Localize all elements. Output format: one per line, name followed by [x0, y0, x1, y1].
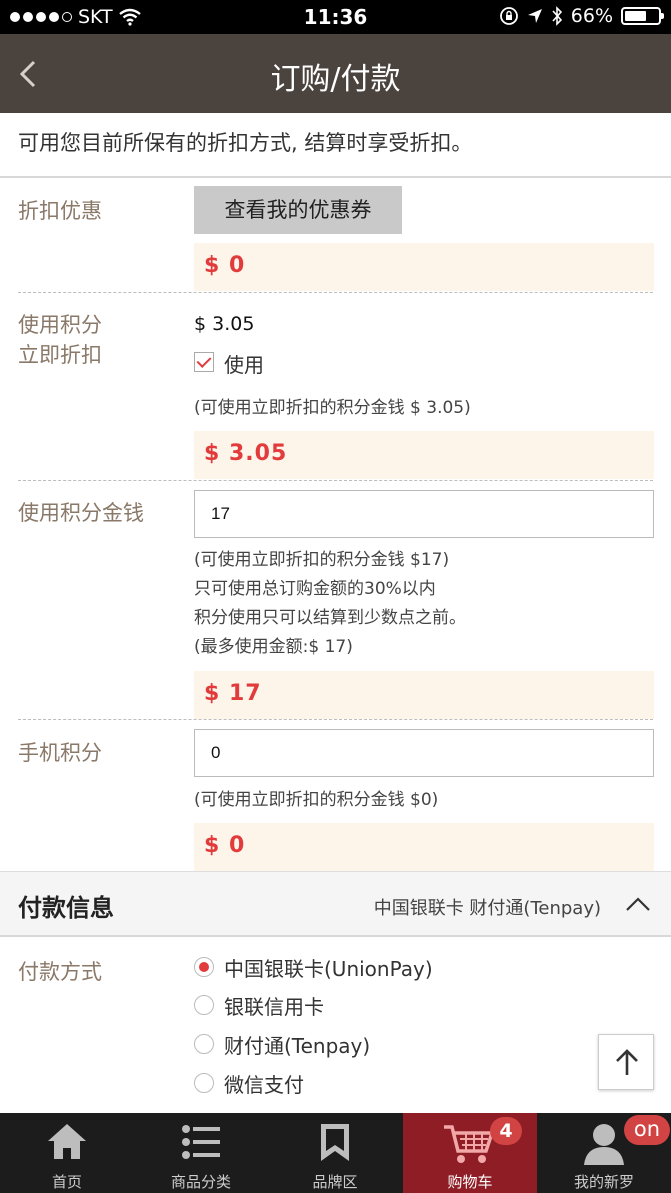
points-money-note-2: 只可使用总订购金额的30%以内	[194, 579, 436, 599]
mobile-points-label: 手机积分	[18, 741, 102, 765]
discount-label: 折扣优惠	[18, 199, 102, 223]
payment-method-label: 付款方式	[18, 960, 102, 984]
radio-unionpay-label[interactable]: 中国银联卡(UnionPay)	[224, 953, 433, 982]
page-title: 订购/付款	[270, 62, 401, 97]
points-instant-label-line2: 立即折扣	[18, 343, 102, 367]
view-coupons-button[interactable]: 查看我的优惠券	[194, 186, 402, 234]
radio-unionpay[interactable]	[194, 957, 214, 977]
points-money-input[interactable]	[194, 490, 654, 538]
points-instant-amount: $ 3.05	[194, 431, 654, 479]
divider	[18, 292, 653, 293]
radio-tenpay[interactable]	[194, 1034, 214, 1054]
payment-info-summary: 中国银联卡 财付通(Tenpay)	[373, 898, 601, 919]
mobile-points-input[interactable]	[194, 729, 654, 777]
divider	[18, 480, 653, 481]
points-instant-label-line1: 使用积分	[18, 313, 102, 337]
bluetooth-icon	[552, 6, 562, 26]
list-icon	[182, 1125, 220, 1159]
arrow-up-icon	[616, 1049, 638, 1075]
cart-count-badge: 4	[490, 1117, 522, 1145]
battery-icon	[621, 7, 664, 25]
home-icon	[48, 1124, 86, 1159]
bottom-tab-bar: 首页 商品分类 品牌区 购物车 我的新罗	[0, 1113, 671, 1193]
points-money-amount: $ 17	[194, 671, 654, 719]
status-bar: SKT 11:36 66%	[0, 0, 671, 34]
radio-unionpay-credit[interactable]	[194, 995, 214, 1015]
tab-my-account-label: 我的新罗	[573, 1173, 634, 1191]
divider	[18, 719, 653, 720]
radio-wechat-pay-label[interactable]: 微信支付	[224, 1069, 304, 1098]
tab-brands[interactable]: 品牌区	[268, 1113, 402, 1193]
mobile-points-amount: $ 0	[194, 823, 654, 871]
account-on-badge: on	[624, 1115, 670, 1145]
radio-wechat-pay[interactable]	[194, 1073, 214, 1093]
payment-info-title: 付款信息	[18, 894, 114, 922]
mobile-points-note: (可使用立即折扣的积分金钱 $0)	[194, 790, 439, 810]
tab-home[interactable]: 首页	[0, 1113, 134, 1193]
tab-categories-label: 商品分类	[170, 1173, 231, 1191]
points-instant-value: $ 3.05	[194, 313, 255, 335]
chevron-up-icon[interactable]	[625, 894, 651, 914]
tab-cart-label: 购物车	[447, 1173, 493, 1191]
radio-unionpay-credit-label[interactable]: 银联信用卡	[224, 991, 324, 1020]
payment-info-header[interactable]: 付款信息 中国银联卡 财付通(Tenpay)	[0, 871, 671, 937]
points-money-note-3: 积分使用只可以结算到少数点之前。	[194, 608, 466, 628]
user-icon	[584, 1124, 624, 1165]
rotation-lock-icon	[499, 7, 518, 25]
radio-tenpay-label[interactable]: 财付通(Tenpay)	[224, 1030, 370, 1059]
discount-amount: $ 0	[194, 243, 654, 291]
points-money-label: 使用积分金钱	[18, 501, 144, 525]
battery-percent: 66%	[570, 5, 613, 27]
page-header: 订购/付款	[0, 34, 671, 113]
bookmark-icon	[321, 1124, 349, 1161]
use-points-checkbox-label[interactable]: 使用	[224, 349, 264, 378]
use-points-checkbox[interactable]	[194, 352, 214, 372]
scroll-to-top-button[interactable]	[598, 1034, 654, 1090]
discount-intro-text: 可用您目前所保有的折扣方式, 结算时享受折扣。	[0, 113, 671, 178]
tab-home-label: 首页	[51, 1173, 82, 1191]
points-money-note-1: (可使用立即折扣的积分金钱 $17)	[194, 550, 450, 570]
tab-brands-label: 品牌区	[312, 1173, 358, 1191]
tab-categories[interactable]: 商品分类	[134, 1113, 268, 1193]
location-arrow-icon	[527, 9, 542, 23]
points-instant-note: (可使用立即折扣的积分金钱 $ 3.05)	[194, 398, 471, 418]
points-money-note-4: (最多使用金额:$ 17)	[194, 637, 353, 657]
